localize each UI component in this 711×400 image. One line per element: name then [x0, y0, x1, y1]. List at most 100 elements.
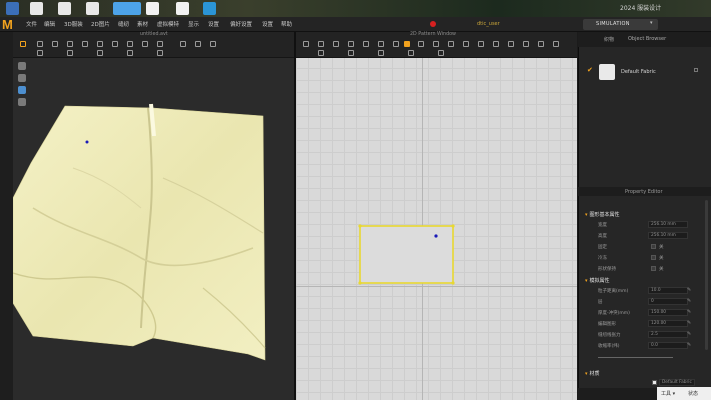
draped-fabric-3d[interactable] [13, 58, 294, 400]
app-logo: M [2, 17, 13, 32]
prop-value[interactable]: 2.5 [648, 331, 688, 338]
windows-app-icon[interactable] [113, 2, 141, 15]
checkbox[interactable] [651, 244, 656, 249]
texture-2d-icon[interactable] [463, 41, 469, 47]
section-simulation[interactable]: ▾ 模拟属性 [585, 277, 610, 284]
prop-value[interactable]: 256.10 mm [648, 221, 688, 228]
annotation-icon[interactable] [493, 41, 499, 47]
avatar-tool-icon[interactable] [157, 41, 163, 47]
select-tool-icon[interactable] [20, 41, 26, 47]
edit-point-icon[interactable] [318, 41, 324, 47]
camera-tool-icon[interactable] [195, 41, 201, 47]
ime-status[interactable]: 状态 [688, 390, 698, 397]
menu-3d-garment[interactable]: 3D服装 [64, 20, 83, 28]
grading-icon[interactable] [523, 41, 529, 47]
browser-icon[interactable] [146, 2, 159, 15]
checkbox[interactable] [651, 255, 656, 260]
menu-sewing[interactable]: 缝纫 [118, 20, 129, 28]
fold-tool-icon[interactable] [52, 41, 58, 47]
button-tool-icon[interactable] [127, 50, 133, 56]
explorer-icon[interactable] [176, 2, 189, 15]
menu-preferences[interactable]: 偏好设置 [230, 20, 252, 28]
edit-icon[interactable]: ✎ [687, 331, 692, 337]
texture-tool-icon[interactable] [142, 41, 148, 47]
check-sewing-icon[interactable] [448, 41, 454, 47]
fabric-swatch[interactable] [599, 64, 615, 80]
pattern-piece-2d[interactable] [355, 221, 459, 289]
pin-2d-icon[interactable] [538, 41, 544, 47]
ime-tools[interactable]: 工具 ▾ [661, 390, 675, 397]
viewport-2d[interactable] [296, 32, 577, 400]
app-icon[interactable] [203, 2, 216, 15]
fold-2d-icon[interactable] [553, 41, 559, 47]
lasso-tool-icon[interactable] [37, 50, 43, 56]
slider-track[interactable] [598, 357, 673, 358]
pin-tool-icon[interactable] [67, 41, 73, 47]
tab-object-browser[interactable]: Object Browser [628, 36, 666, 42]
prop-value[interactable]: 0 [648, 298, 688, 305]
edit-icon[interactable]: ✎ [687, 298, 692, 304]
symmetry-icon[interactable] [378, 50, 384, 56]
menu-2d-pattern[interactable]: 2D图片 [91, 20, 110, 28]
menu-help[interactable]: 帮助 [281, 20, 292, 28]
menu-avatar[interactable]: 虚拟模特 [157, 20, 179, 28]
cut-tool-icon[interactable] [97, 50, 103, 56]
notch-icon[interactable] [408, 50, 414, 56]
prop-value[interactable]: 150.00 [648, 309, 688, 316]
file-icon[interactable] [30, 2, 43, 15]
section-material[interactable]: ▾ 材质 [585, 370, 600, 377]
trace-icon[interactable] [318, 50, 324, 56]
menu-materials[interactable]: 素材 [137, 20, 148, 28]
folder-icon[interactable] [86, 2, 99, 15]
prop-value[interactable]: 120.00 [648, 320, 688, 327]
edit-icon[interactable]: ✎ [687, 320, 692, 326]
menu-file[interactable]: 文件 [26, 20, 37, 28]
menu-settings[interactable]: 设置 [208, 20, 219, 28]
prop-label: 高度 [598, 234, 607, 239]
arrange-tool-icon[interactable] [127, 41, 133, 47]
prop-label: 冷冻 [598, 256, 607, 261]
edit-icon[interactable]: ✎ [687, 309, 692, 315]
menu-settings-2[interactable]: 设置 [262, 20, 273, 28]
button-2d-icon[interactable] [438, 50, 444, 56]
brush-tool-icon[interactable] [67, 50, 73, 56]
prop-value[interactable]: 0.0 [648, 342, 688, 349]
offset-icon[interactable] [348, 50, 354, 56]
rectangle-icon[interactable] [363, 41, 369, 47]
fabric-name[interactable]: Default Fabric [621, 69, 656, 75]
fabric-color-swatch[interactable] [652, 380, 657, 385]
document-icon[interactable] [58, 2, 71, 15]
section-basic[interactable]: ▾ 图形基本属性 [585, 211, 620, 218]
start-icon[interactable] [6, 2, 19, 15]
fabric-menu-icon[interactable] [694, 68, 698, 72]
sew-tool-icon[interactable] [82, 41, 88, 47]
ruler-icon[interactable] [508, 41, 514, 47]
seam-icon[interactable] [418, 41, 424, 47]
view-tool-icon[interactable] [180, 41, 186, 47]
fabric-dropdown[interactable]: Default Fabric [659, 379, 695, 386]
prop-value[interactable]: 10.0 [648, 287, 688, 294]
grain-icon[interactable] [478, 41, 484, 47]
move-tool-icon[interactable] [37, 41, 43, 47]
transform-pattern-icon[interactable] [303, 41, 309, 47]
edit-icon[interactable]: ✎ [687, 342, 692, 348]
free-sewing-icon[interactable] [433, 41, 439, 47]
internal-shape-icon[interactable] [404, 41, 410, 47]
chevron-down-icon[interactable]: ▾ [650, 20, 653, 26]
menu-display[interactable]: 显示 [188, 20, 199, 28]
prop-value[interactable]: 256.10 mm [648, 232, 688, 239]
dart-icon[interactable] [393, 41, 399, 47]
tack-tool-icon[interactable] [97, 41, 103, 47]
polygon-icon[interactable] [348, 41, 354, 47]
tab-fabric[interactable]: 织物 [604, 36, 614, 43]
zipper-tool-icon[interactable] [157, 50, 163, 56]
measure-tool-icon[interactable] [112, 41, 118, 47]
record-icon[interactable] [430, 21, 436, 27]
edit-icon[interactable]: ✎ [687, 287, 692, 293]
lighting-tool-icon[interactable] [210, 41, 216, 47]
checkbox[interactable] [651, 266, 656, 271]
edit-curve-icon[interactable] [333, 41, 339, 47]
circle-icon[interactable] [378, 41, 384, 47]
menu-edit[interactable]: 编辑 [44, 20, 55, 28]
scrollbar[interactable] [705, 200, 708, 350]
